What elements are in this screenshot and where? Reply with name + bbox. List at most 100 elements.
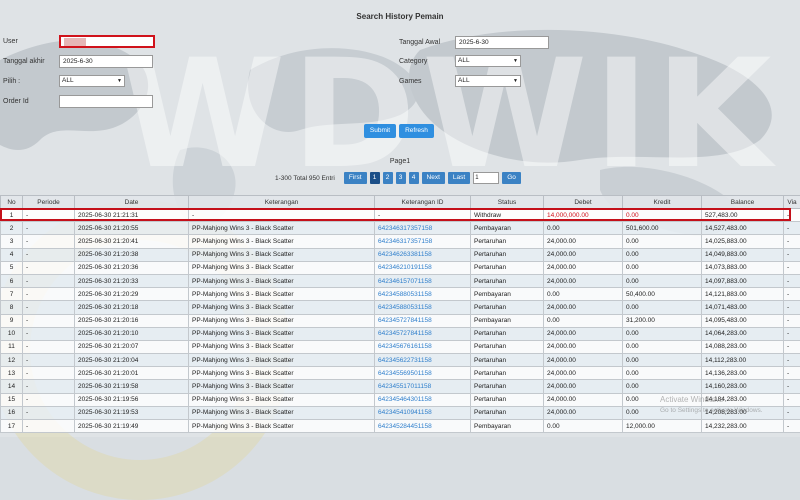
row-keterangan: PP-Mahjong Wins 3 - Black Scatter [189,261,375,274]
row-via: - [784,235,800,248]
row-keterangan-id[interactable]: 642345410941158 [375,406,471,419]
goto-page-input[interactable]: 1 [473,172,499,184]
page-3-button[interactable]: 3 [396,172,406,184]
row-kredit: 0.00 [623,354,702,367]
row-date: 2025-06-30 21:20:36 [75,261,189,274]
row-kredit: 0.00 [623,340,702,353]
row-periode: - [23,380,75,393]
row-keterangan-id[interactable]: 642345569501158 [375,367,471,380]
row-keterangan: PP-Mahjong Wins 3 - Black Scatter [189,274,375,287]
row-debet: 0.00 [544,314,623,327]
row-no: 10 [1,327,23,340]
row-status: Pembayaran [471,222,544,235]
refresh-button[interactable]: Refresh [399,124,434,138]
row-balance: 14,232,283.00 [702,420,784,433]
user-input[interactable] [59,35,155,48]
activate-windows-notice: Activate Windows Go to Settings to activ… [660,394,763,416]
table-row: 1-2025-06-30 21:21:31--Withdraw14,000,00… [1,209,800,222]
order-id-input[interactable] [59,95,153,108]
row-balance: 14,097,883.00 [702,274,784,287]
chevron-down-icon: ▼ [117,76,122,86]
row-balance: 14,095,483.00 [702,314,784,327]
row-no: 11 [1,340,23,353]
row-keterangan: PP-Mahjong Wins 3 - Black Scatter [189,301,375,314]
row-via: - [784,367,800,380]
row-kredit: 0.00 [623,301,702,314]
row-status: Pertaruhan [471,380,544,393]
row-date: 2025-06-30 21:20:38 [75,248,189,261]
next-page-button[interactable]: Next [422,172,445,184]
row-status: Pertaruhan [471,301,544,314]
row-date: 2025-06-30 21:20:01 [75,367,189,380]
tanggal-akhir-input[interactable]: 2025-6-30 [59,55,153,68]
row-keterangan: PP-Mahjong Wins 3 - Black Scatter [189,393,375,406]
chevron-down-icon: ▼ [513,76,518,86]
row-keterangan-id[interactable]: 642345517011158 [375,380,471,393]
row-keterangan: PP-Mahjong Wins 3 - Black Scatter [189,288,375,301]
row-date: 2025-06-30 21:20:29 [75,288,189,301]
row-no: 9 [1,314,23,327]
row-debet: 24,000.00 [544,301,623,314]
row-balance: 14,112,283.00 [702,354,784,367]
row-kredit: 0.00 [623,209,702,222]
page-2-button[interactable]: 2 [383,172,393,184]
games-label: Games [399,78,455,85]
row-debet: 14,000,000.00 [544,209,623,222]
row-debet: 24,000.00 [544,393,623,406]
row-keterangan-id[interactable]: 642346157071158 [375,274,471,287]
row-date: 2025-06-30 21:20:16 [75,314,189,327]
tanggal-awal-input[interactable]: 2025-6-30 [455,36,549,49]
page-4-button[interactable]: 4 [409,172,419,184]
row-periode: - [23,248,75,261]
row-via: - [784,380,800,393]
header-keterangan-id: Keterangan ID [375,196,471,209]
first-page-button[interactable]: First [344,172,367,184]
row-balance: 14,049,883.00 [702,248,784,261]
row-kredit: 0.00 [623,367,702,380]
row-kredit: 0.00 [623,327,702,340]
pilih-select[interactable]: ALL▼ [59,75,125,87]
row-keterangan-id[interactable]: 642345622731158 [375,354,471,367]
header-debet: Debet [544,196,623,209]
go-button[interactable]: Go [502,172,521,184]
table-row: 17-2025-06-30 21:19:49PP-Mahjong Wins 3 … [1,420,800,433]
row-keterangan-id[interactable]: 642346317357158 [375,235,471,248]
row-keterangan-id[interactable]: 642345464301158 [375,393,471,406]
row-status: Pertaruhan [471,327,544,340]
row-periode: - [23,222,75,235]
row-via: - [784,354,800,367]
submit-button[interactable]: Submit [364,124,396,138]
row-status: Pembayaran [471,314,544,327]
row-keterangan-id[interactable]: 642345727841158 [375,327,471,340]
row-keterangan-id[interactable]: 642346317357158 [375,222,471,235]
row-keterangan-id[interactable]: 642346263381158 [375,248,471,261]
row-keterangan: PP-Mahjong Wins 3 - Black Scatter [189,340,375,353]
row-periode: - [23,367,75,380]
row-keterangan-id[interactable]: 642346210191158 [375,261,471,274]
row-balance: 14,064,283.00 [702,327,784,340]
row-keterangan-id: - [375,209,471,222]
row-keterangan-id[interactable]: 642345727841158 [375,314,471,327]
page-1-button[interactable]: 1 [370,172,380,184]
row-via: - [784,393,800,406]
row-keterangan-id[interactable]: 642345284451158 [375,420,471,433]
row-periode: - [23,393,75,406]
row-keterangan-id[interactable]: 642345676161158 [375,340,471,353]
row-via: - [784,248,800,261]
row-keterangan-id[interactable]: 642345880531158 [375,301,471,314]
table-row: 9-2025-06-30 21:20:16PP-Mahjong Wins 3 -… [1,314,800,327]
category-select[interactable]: ALL▼ [455,55,521,67]
row-keterangan-id[interactable]: 642345880531158 [375,288,471,301]
row-debet: 24,000.00 [544,248,623,261]
row-keterangan: PP-Mahjong Wins 3 - Black Scatter [189,314,375,327]
table-row: 12-2025-06-30 21:20:04PP-Mahjong Wins 3 … [1,354,800,367]
row-kredit: 0.00 [623,248,702,261]
games-select[interactable]: ALL ▼ [455,75,521,87]
row-debet: 0.00 [544,288,623,301]
user-row: User [3,35,155,48]
last-page-button[interactable]: Last [448,172,470,184]
row-periode: - [23,209,75,222]
row-date: 2025-06-30 21:20:07 [75,340,189,353]
row-keterangan: PP-Mahjong Wins 3 - Black Scatter [189,406,375,419]
games-value: ALL [458,77,470,84]
